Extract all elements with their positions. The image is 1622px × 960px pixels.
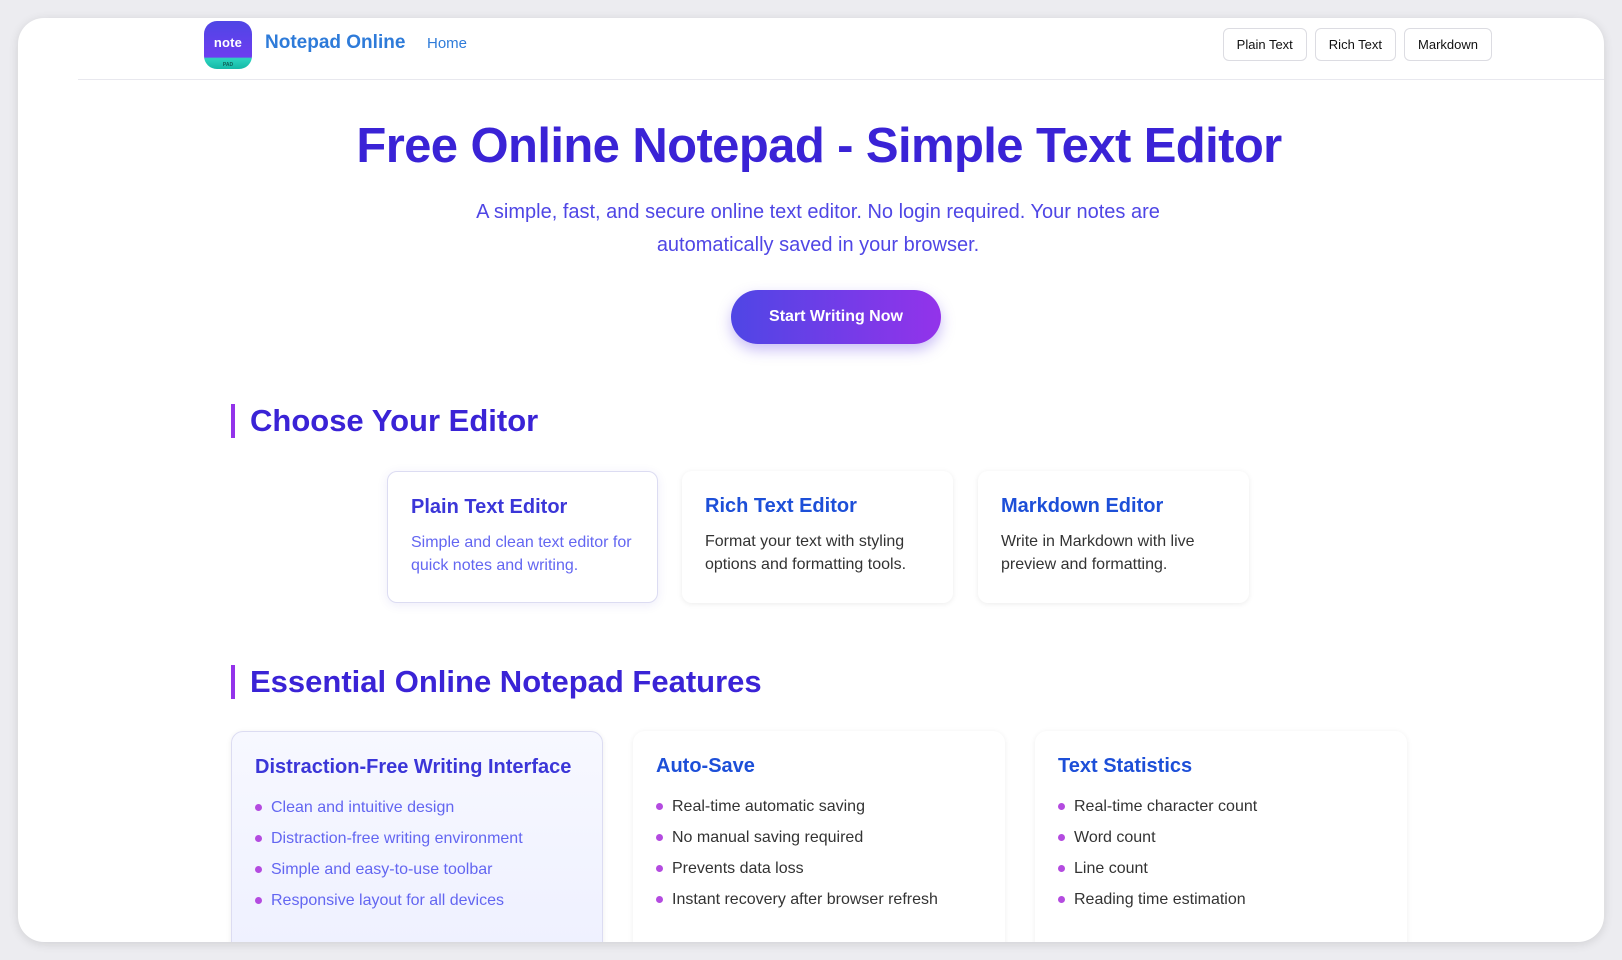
feature-item-text: Word count: [1074, 829, 1156, 846]
plain-text-button[interactable]: Plain Text: [1222, 28, 1307, 61]
bullet-icon: [656, 865, 663, 872]
feature-item-text: Instant recovery after browser refresh: [672, 891, 938, 908]
feature-list: Real-time character count Word count Lin…: [1058, 791, 1384, 915]
feature-item: Simple and easy-to-use toolbar: [255, 854, 579, 885]
feature-item-text: Prevents data loss: [672, 860, 804, 877]
feature-item: Line count: [1058, 853, 1384, 884]
feature-item-text: Distraction-free writing environment: [271, 830, 523, 847]
editor-card-title: Plain Text Editor: [411, 496, 568, 518]
browser-window: note PAD Notepad Online Home Plain Text …: [18, 18, 1604, 942]
bullet-icon: [1058, 896, 1065, 903]
rich-text-button[interactable]: Rich Text: [1314, 28, 1397, 61]
bullet-icon: [255, 897, 262, 904]
bullet-icon: [255, 866, 262, 873]
logo-text: note: [213, 35, 243, 50]
editor-card-rich-text[interactable]: Rich Text Editor Format your text with s…: [682, 471, 953, 603]
feature-item: Prevents data loss: [656, 853, 982, 884]
feature-card-title: Text Statistics: [1058, 755, 1193, 777]
feature-item-text: No manual saving required: [672, 829, 864, 846]
editor-card-desc: Simple and clean text editor for quick n…: [411, 534, 632, 574]
feature-card-title: Distraction-Free Writing Interface: [255, 756, 572, 778]
editor-card-title: Rich Text Editor: [705, 495, 857, 517]
feature-item: Reading time estimation: [1058, 884, 1384, 915]
editors-section-heading: Choose Your Editor: [231, 404, 538, 438]
feature-item-text: Real-time automatic saving: [672, 798, 865, 815]
editor-card-desc: Write in Markdown with live preview and …: [1001, 533, 1195, 573]
bullet-icon: [1058, 803, 1065, 810]
editor-card-markdown[interactable]: Markdown Editor Write in Markdown with l…: [978, 471, 1249, 603]
feature-item: Clean and intuitive design: [255, 792, 579, 823]
brand-name[interactable]: Notepad Online: [265, 32, 405, 54]
editor-card-plain-text[interactable]: Plain Text Editor Simple and clean text …: [387, 471, 658, 603]
feature-item: Distraction-free writing environment: [255, 823, 579, 854]
bullet-icon: [656, 896, 663, 903]
feature-item-text: Responsive layout for all devices: [271, 892, 505, 909]
markdown-button[interactable]: Markdown: [1404, 28, 1492, 61]
feature-card-auto-save: Auto-Save Real-time automatic saving No …: [633, 731, 1005, 942]
features-section-heading: Essential Online Notepad Features: [231, 665, 762, 699]
editor-card-desc: Format your text with styling options an…: [705, 533, 907, 573]
feature-card-text-statistics: Text Statistics Real-time character coun…: [1035, 731, 1407, 942]
feature-list: Clean and intuitive design Distraction-f…: [255, 792, 579, 916]
feature-card-distraction-free: Distraction-Free Writing Interface Clean…: [231, 731, 603, 942]
feature-item: Real-time character count: [1058, 791, 1384, 822]
feature-item-text: Clean and intuitive design: [271, 799, 455, 816]
feature-item-text: Line count: [1074, 860, 1148, 877]
feature-item: Word count: [1058, 822, 1384, 853]
feature-item-text: Reading time estimation: [1074, 891, 1246, 908]
bullet-icon: [1058, 834, 1065, 841]
start-writing-button[interactable]: Start Writing Now: [731, 290, 941, 344]
hero-subtitle: A simple, fast, and secure online text e…: [476, 201, 1160, 256]
site-header: note PAD Notepad Online Home Plain Text …: [78, 18, 1604, 80]
bullet-icon: [255, 804, 262, 811]
feature-item: Instant recovery after browser refresh: [656, 884, 982, 915]
feature-item-text: Simple and easy-to-use toolbar: [271, 861, 493, 878]
editor-nav: Plain Text Rich Text Markdown: [1222, 28, 1492, 61]
hero-title: Free Online Notepad - Simple Text Editor: [356, 119, 1282, 173]
logo-icon[interactable]: note PAD: [204, 21, 252, 69]
feature-item: Responsive layout for all devices: [255, 885, 579, 916]
feature-item: No manual saving required: [656, 822, 982, 853]
editor-card-title: Markdown Editor: [1001, 495, 1164, 517]
logo-subtext: PAD: [222, 62, 234, 68]
bullet-icon: [656, 803, 663, 810]
feature-item-text: Real-time character count: [1074, 798, 1258, 815]
feature-item: Real-time automatic saving: [656, 791, 982, 822]
bullet-icon: [255, 835, 262, 842]
feature-card-title: Auto-Save: [656, 755, 755, 777]
bullet-icon: [656, 834, 663, 841]
bullet-icon: [1058, 865, 1065, 872]
feature-list: Real-time automatic saving No manual sav…: [656, 791, 982, 915]
nav-home-link[interactable]: Home: [427, 35, 467, 52]
